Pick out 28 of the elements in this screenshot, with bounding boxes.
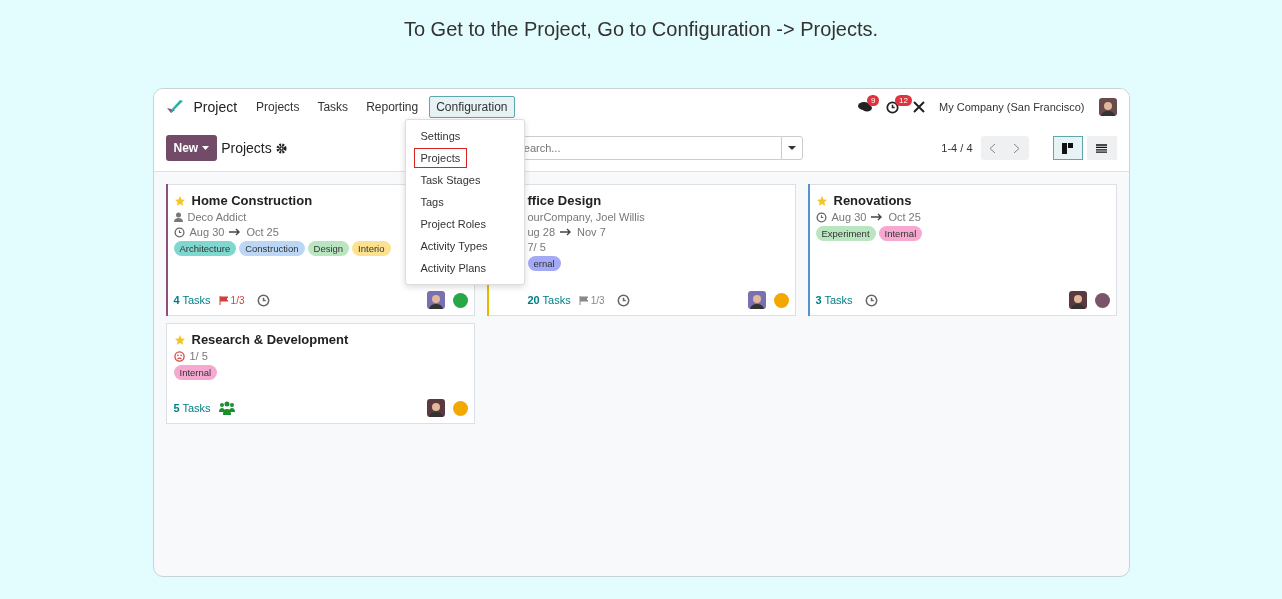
rating-text: 7/ 5 <box>527 241 546 253</box>
end-date: Oct 25 <box>888 211 921 223</box>
tag: ernal <box>527 256 561 271</box>
tag: Experiment <box>815 226 876 241</box>
messages-badge: 9 <box>867 95 880 106</box>
rating-text: 1/ 5 <box>189 350 208 362</box>
project-title: ffice Design <box>527 193 602 208</box>
tag: Internal <box>173 365 218 380</box>
start-date: ug 28 <box>527 226 556 238</box>
tag: Design <box>307 241 350 256</box>
project-title: Research & Development <box>191 332 349 347</box>
start-date: Aug 30 <box>831 211 867 223</box>
project-title: Home Construction <box>191 193 313 208</box>
tag: Internal <box>878 226 923 241</box>
start-date: Aug 30 <box>189 226 225 238</box>
customer-name: Deco Addict <box>187 211 247 223</box>
milestone-count: 1/3 <box>578 294 605 306</box>
milestone-count: 1/3 <box>218 294 245 306</box>
instruction-text: To Get to the Project, Go to Configuration -> Projects. <box>403 18 879 42</box>
end-date: Nov 7 <box>577 226 606 238</box>
tag: Architecture <box>173 241 237 256</box>
activities-badge: 12 <box>895 94 912 106</box>
customer-name: ourCompany, Joel Willis <box>527 211 645 223</box>
tag: Interio <box>352 241 391 256</box>
end-date: Oct 25 <box>246 226 279 238</box>
tag: Construction <box>239 241 305 256</box>
breadcrumb: Projects <box>221 140 272 156</box>
project-title: Renovations <box>833 193 912 208</box>
